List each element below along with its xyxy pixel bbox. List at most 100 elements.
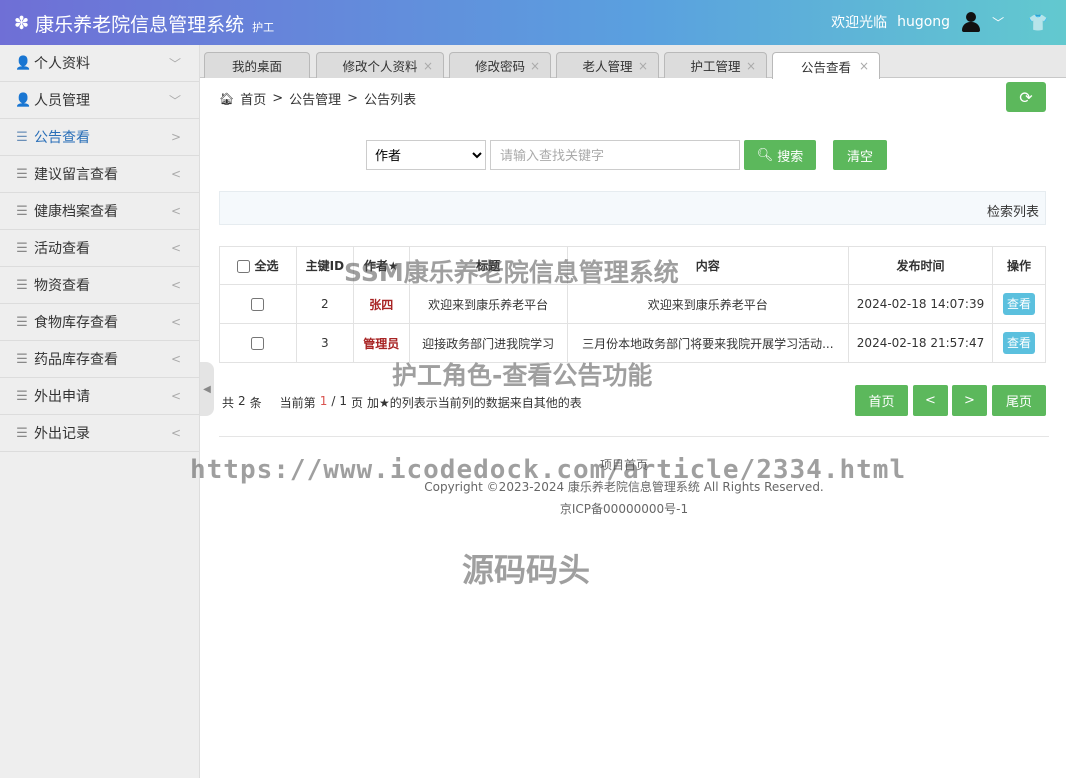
username[interactable]: hugong	[897, 14, 950, 30]
search-icon: 🔍︎	[756, 147, 774, 163]
watermark-title: SSM康乐养老院信息管理系统	[344, 258, 679, 287]
top-header: ✽ 康乐养老院信息管理系统 护工 欢迎光临 hugong ﹀ 👕	[0, 0, 1066, 45]
tab-notice-view[interactable]: 公告查看 ×	[772, 52, 880, 79]
tab-label: 护工管理	[690, 59, 741, 74]
sidebar-item-notice[interactable]: ☰ 公告查看 >	[0, 119, 199, 156]
tab-label: 修改个人资料	[342, 59, 418, 74]
tab-elderly[interactable]: 老人管理 ×	[556, 52, 659, 78]
refresh-icon: ⟳	[1019, 87, 1033, 107]
chevron-down-icon: ﹀	[168, 93, 181, 108]
sidebar-item-medicine[interactable]: ☰ 药品库存查看 <	[0, 341, 199, 378]
pager-text: 条	[249, 396, 262, 410]
select-all-header[interactable]: 全选	[219, 246, 297, 285]
home-icon: 🏠︎	[219, 91, 235, 106]
user-avatar-icon[interactable]	[960, 11, 982, 33]
user-icon: 👤	[15, 92, 32, 108]
breadcrumb-level2: 公告列表	[364, 93, 417, 108]
chevron-left-icon: <	[170, 389, 181, 403]
header-action: 操作	[991, 246, 1047, 285]
next-page-button[interactable]: >	[952, 385, 987, 416]
sidebar-collapse-toggle[interactable]: ◀	[200, 362, 214, 416]
pager-text: 共	[222, 396, 235, 410]
first-page-button[interactable]: 首页	[855, 385, 908, 416]
sidebar-item-outing-apply[interactable]: ☰ 外出申请 <	[0, 378, 199, 415]
header-time: 发布时间	[848, 246, 993, 285]
pager-text: 当前第	[279, 396, 316, 410]
panel-title: 检索列表	[986, 205, 1039, 220]
gear-icon: ✽	[14, 13, 30, 34]
row-select-cell	[219, 323, 297, 363]
close-icon[interactable]: ×	[530, 59, 540, 73]
sidebar-item-materials[interactable]: ☰ 物资查看 <	[0, 267, 199, 304]
pager-current: 1	[319, 394, 328, 408]
list-icon: ☰	[16, 388, 28, 404]
chevron-left-icon: <	[170, 278, 181, 292]
app-logo: ✽ 康乐养老院信息管理系统 护工	[14, 10, 274, 37]
breadcrumb-level1[interactable]: 公告管理	[289, 89, 341, 108]
cell-author: 张四	[352, 284, 410, 324]
list-icon: ☰	[16, 203, 28, 219]
pager-text: 页	[351, 396, 364, 410]
sidebar-item-staff[interactable]: 👤 人员管理 ﹀	[0, 82, 199, 119]
tab-desktop[interactable]: 我的桌面	[204, 52, 310, 78]
view-button[interactable]: 查看	[1002, 293, 1035, 315]
sidebar: 👤 个人资料 ﹀ 👤 人员管理 ﹀ ☰ 公告查看 > ☰ 建议留言查看 < ☰ 健康档案查看 < ☰…	[0, 45, 200, 778]
prev-page-button[interactable]: <	[913, 385, 948, 416]
sidebar-item-outing-record[interactable]: ☰ 外出记录 <	[0, 415, 199, 452]
list-icon: ☰	[16, 314, 28, 330]
tab-change-password[interactable]: 修改密码 ×	[449, 52, 551, 78]
sidebar-item-label: 物资查看	[34, 278, 90, 294]
pager-text: /	[331, 394, 336, 408]
app-title: 康乐养老院信息管理系统	[35, 14, 245, 36]
tab-edit-profile[interactable]: 修改个人资料 ×	[316, 52, 444, 78]
tab-label: 老人管理	[582, 59, 633, 74]
sidebar-item-label: 外出记录	[34, 426, 90, 442]
cell-time: 2024-02-18 14:07:39	[848, 284, 993, 324]
view-button[interactable]: 查看	[1002, 332, 1035, 354]
cell-title: 欢迎来到康乐养老平台	[408, 284, 568, 324]
row-checkbox[interactable]	[251, 298, 265, 311]
sidebar-item-activity[interactable]: ☰ 活动查看 <	[0, 230, 199, 267]
pager-total: 2	[238, 394, 246, 408]
last-page-button[interactable]: 尾页	[992, 385, 1046, 416]
sidebar-item-label: 外出申请	[34, 389, 90, 405]
select-all-checkbox[interactable]	[237, 260, 251, 273]
sidebar-item-label: 公告查看	[34, 130, 90, 146]
list-icon: ☰	[16, 277, 28, 293]
search-button[interactable]: 🔍︎ 搜索	[744, 140, 816, 170]
watermark-feature: 护工角色-查看公告功能	[392, 361, 653, 390]
sidebar-item-health[interactable]: ☰ 健康档案查看 <	[0, 193, 199, 230]
header-label: 全选	[254, 259, 279, 273]
header-user-area: 欢迎光临 hugong ﹀ 👕	[831, 11, 1048, 33]
cell-content: 欢迎来到康乐养老平台	[566, 284, 850, 324]
close-icon[interactable]: ×	[423, 59, 433, 73]
close-icon[interactable]: ×	[746, 59, 756, 73]
tab-bar: 我的桌面 修改个人资料 × 修改密码 × 老人管理 × 护工管理 × 公告查看 ×	[200, 45, 1066, 79]
sidebar-item-label: 药品库存查看	[34, 352, 118, 368]
close-icon[interactable]: ×	[859, 59, 869, 73]
theme-shirt-icon[interactable]: 👕	[1028, 13, 1048, 32]
row-checkbox[interactable]	[251, 337, 265, 350]
breadcrumb-sep: >	[347, 91, 359, 106]
breadcrumb-home[interactable]: 首页	[240, 89, 266, 108]
chevron-down-icon[interactable]: ﹀	[992, 14, 1004, 31]
clear-button[interactable]: 清空	[833, 140, 887, 170]
footer-divider	[219, 436, 1049, 437]
tab-caregiver[interactable]: 护工管理 ×	[664, 52, 767, 78]
watermark-brand: 源码码头	[462, 551, 591, 589]
close-icon[interactable]: ×	[638, 59, 648, 73]
sidebar-item-label: 建议留言查看	[34, 167, 118, 183]
search-result-panel-header: 检索列表	[219, 191, 1046, 225]
sidebar-item-profile[interactable]: 👤 个人资料 ﹀	[0, 45, 199, 82]
refresh-button[interactable]: ⟳	[1006, 82, 1046, 112]
cell-action: 查看	[991, 323, 1047, 363]
search-field-select[interactable]: 作者	[366, 140, 486, 170]
breadcrumb: 🏠︎ 首页 > 公告管理 > 公告列表	[219, 89, 416, 108]
sidebar-item-suggestion[interactable]: ☰ 建议留言查看 <	[0, 156, 199, 193]
search-input[interactable]	[490, 140, 740, 170]
chevron-right-icon: >	[170, 130, 181, 144]
chevron-left-icon: <	[170, 352, 181, 366]
sidebar-item-label: 个人资料	[34, 56, 90, 72]
sidebar-item-food[interactable]: ☰ 食物库存查看 <	[0, 304, 199, 341]
welcome-text: 欢迎光临	[831, 15, 888, 31]
